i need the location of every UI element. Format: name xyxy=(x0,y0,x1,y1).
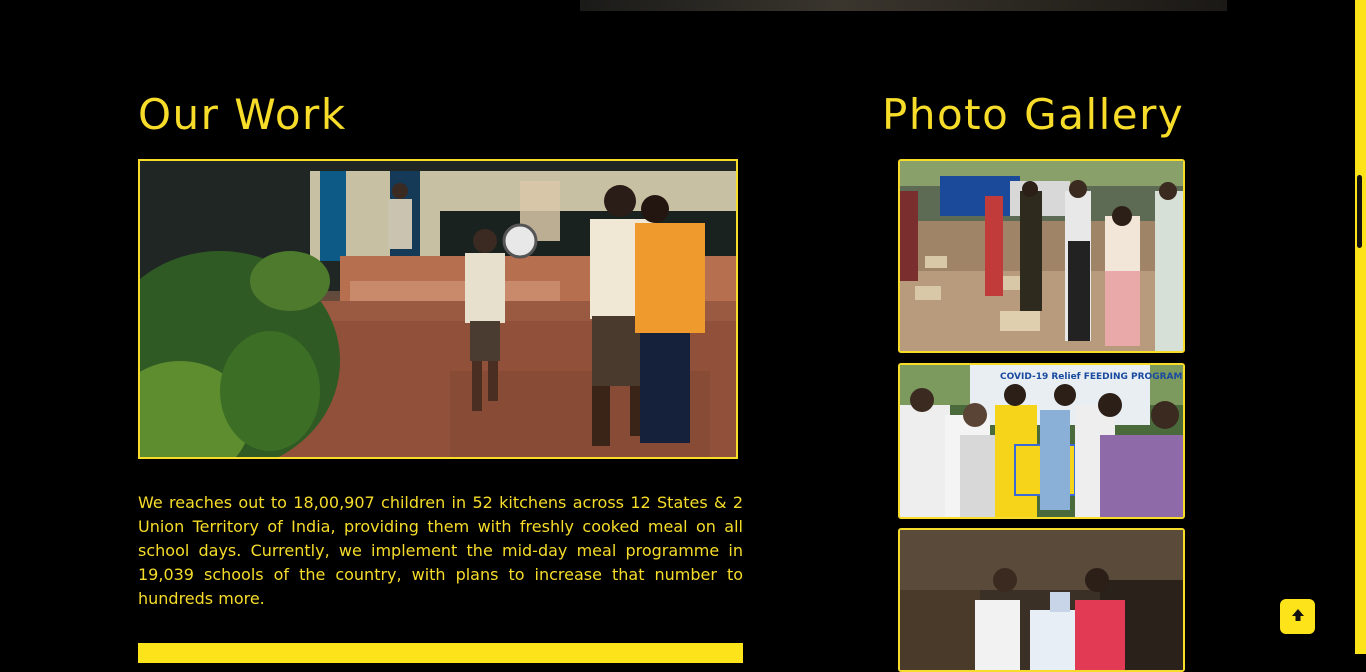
banner-text: COVID-19 Relief FEEDING PROGRAMME xyxy=(1000,372,1183,382)
our-work-description: We reaches out to 18,00,907 children in … xyxy=(138,493,743,608)
top-image-strip xyxy=(580,0,1227,11)
photo-gallery-title: Photo Gallery xyxy=(882,90,1185,139)
gallery-photo-1[interactable] xyxy=(898,159,1185,353)
scroll-to-top-button[interactable] xyxy=(1280,599,1315,634)
our-work-title: Our Work xyxy=(138,90,347,139)
gallery-photo-3[interactable] xyxy=(898,528,1185,672)
our-work-photo xyxy=(138,159,738,459)
read-more-button[interactable] xyxy=(138,643,743,663)
page-scrollbar[interactable] xyxy=(1355,0,1366,654)
gallery-photo-2[interactable]: COVID-19 Relief FEEDING PROGRAMME xyxy=(898,363,1185,519)
arrow-up-icon xyxy=(1290,607,1306,626)
scrollbar-thumb[interactable] xyxy=(1357,175,1362,248)
